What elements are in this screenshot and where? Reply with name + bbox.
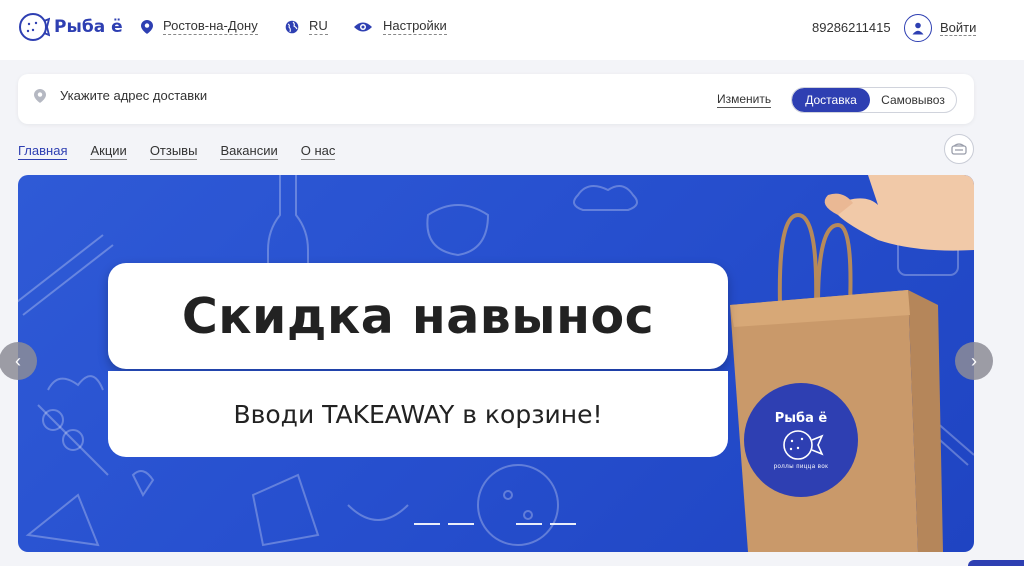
cart-icon: [951, 143, 967, 155]
address-placeholder: Укажите адрес доставки: [60, 88, 208, 103]
slide-dot[interactable]: [516, 523, 542, 525]
promo-subtitle: Вводи TAKEAWAY в корзине!: [233, 399, 603, 429]
login-button[interactable]: Войти: [904, 14, 977, 42]
login-label: Войти: [940, 20, 977, 36]
bag-brand-name: Рыба ё: [774, 410, 828, 426]
logo[interactable]: Рыба ё: [18, 11, 123, 43]
chevron-right-icon: ›: [971, 350, 977, 371]
nav-item-reviews[interactable]: Отзывы: [149, 143, 198, 160]
change-address-link[interactable]: Изменить: [717, 92, 772, 108]
chevron-left-icon: ‹: [15, 350, 21, 371]
phone-number[interactable]: 89286211415: [812, 20, 891, 35]
slider-next-button[interactable]: ›: [955, 342, 993, 380]
promo-title: Скидка навынос: [181, 287, 655, 345]
pickup-option[interactable]: Самовывоз: [870, 88, 956, 112]
nav-item-vacancies[interactable]: Вакансии: [220, 143, 278, 160]
bag-brand-stamp: Рыба ё роллы пицца вок: [744, 383, 858, 497]
delivery-bar: Укажите адрес доставки Изменить Доставка…: [18, 74, 974, 124]
logo-fish-icon: [19, 13, 50, 41]
user-icon: [904, 14, 932, 42]
city-selector[interactable]: Ростов-на-Дону: [141, 18, 258, 35]
nav-item-promotions[interactable]: Акции: [90, 143, 127, 160]
settings-link[interactable]: Настройки: [353, 18, 447, 35]
cart-button[interactable]: [944, 134, 974, 164]
language-selector[interactable]: RU: [285, 18, 328, 35]
fish-logo-icon: [783, 429, 824, 460]
paper-bag-image: [730, 175, 974, 552]
logo-text: Рыба ё: [54, 17, 123, 37]
slide-dot[interactable]: [550, 523, 576, 525]
delivery-mode-toggle: Доставка Самовывоз: [791, 87, 957, 113]
eye-icon: [354, 22, 372, 31]
slide-dot[interactable]: [448, 523, 474, 525]
main-nav: Главная Акции Отзывы Вакансии О нас: [18, 143, 358, 160]
delivery-option[interactable]: Доставка: [792, 88, 870, 112]
chat-widget-tab[interactable]: [968, 560, 1024, 566]
slider-prev-button[interactable]: ‹: [0, 342, 37, 380]
language-label: RU: [309, 18, 328, 35]
promo-subtitle-card: Вводи TAKEAWAY в корзине!: [108, 371, 728, 457]
globe-icon: [285, 20, 299, 33]
address-field[interactable]: Укажите адрес доставки: [34, 88, 207, 103]
nav-item-about[interactable]: О нас: [300, 143, 336, 160]
location-pin-icon: [34, 88, 46, 103]
slider-dots: [414, 523, 584, 525]
bag-tagline: роллы пицца вок: [773, 463, 829, 470]
promo-banner[interactable]: Рыба ё роллы пицца вок Скидка навынос Вв…: [18, 175, 974, 552]
slide-dot[interactable]: [414, 523, 440, 525]
settings-label: Настройки: [383, 18, 447, 35]
top-header: Рыба ё Ростов-на-Дону RU Настройки 89286…: [0, 0, 1024, 60]
nav-item-home[interactable]: Главная: [18, 143, 68, 160]
city-label: Ростов-на-Дону: [163, 18, 258, 35]
location-pin-icon: [141, 19, 153, 34]
promo-title-card: Скидка навынос: [108, 263, 728, 369]
